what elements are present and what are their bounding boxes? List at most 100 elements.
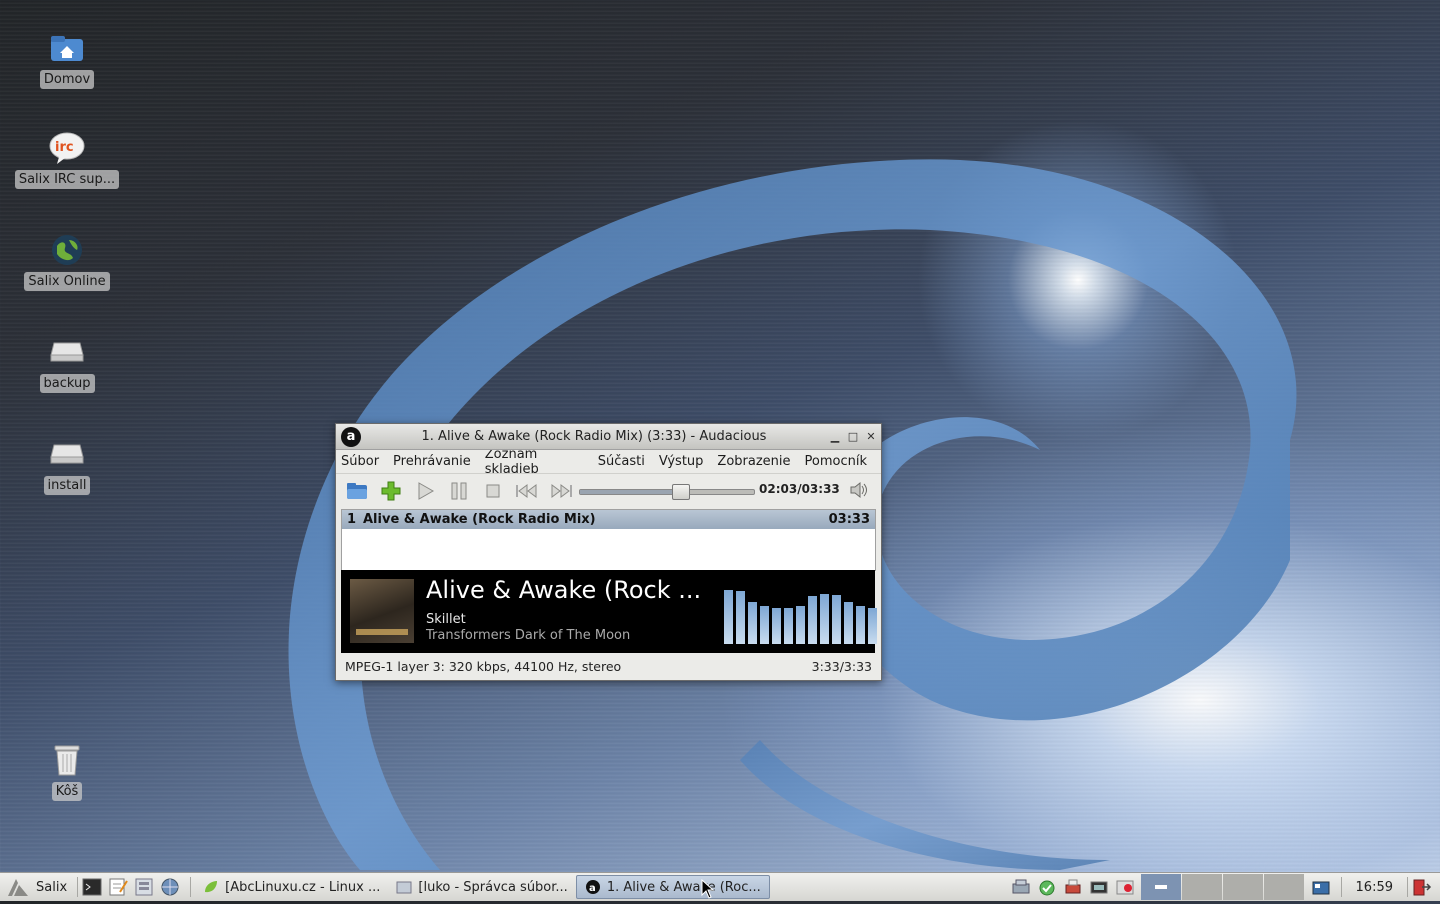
irc-icon: irc — [49, 130, 85, 166]
visualizer-bar — [784, 608, 793, 644]
visualizer-bar — [820, 594, 829, 644]
file-manager-icon[interactable] — [134, 878, 154, 896]
audacious-icon: a — [585, 880, 600, 894]
codec-info: MPEG-1 layer 3: 320 kbps, 44100 Hz, ster… — [345, 658, 622, 674]
text-editor-icon[interactable] — [108, 878, 128, 896]
workspace-3[interactable] — [1222, 874, 1263, 900]
menu-vystup[interactable]: Výstup — [659, 454, 704, 469]
folder-open-icon — [347, 482, 367, 499]
toolbar: 02:03/03:33 — [336, 474, 881, 507]
update-notifier-icon[interactable] — [1037, 878, 1057, 896]
desktop-icon-backup[interactable]: backup — [12, 334, 122, 393]
volume-button[interactable] — [848, 479, 870, 501]
desktop-icon-label: Salix IRC sup... — [14, 170, 120, 189]
workspace-pager — [1140, 874, 1305, 900]
workspace-1[interactable] — [1140, 874, 1181, 900]
desktop-icon-home[interactable]: Domov — [12, 30, 122, 89]
now-playing-area: Alive & Awake (Rock ... Skillet Transfor… — [341, 570, 877, 653]
menubar: Súbor Prehrávanie Zoznam skladieb Súčast… — [336, 447, 881, 477]
task-label: [luko - Správca súbor... — [418, 879, 568, 895]
menu-pomocnik[interactable]: Pomocník — [805, 454, 867, 469]
desktop-icon-label: backup — [39, 374, 95, 393]
menu-zoznam-skladieb[interactable]: Zoznam skladieb — [485, 447, 584, 477]
album-art — [350, 579, 414, 643]
mouse-cursor-icon — [701, 879, 715, 899]
track-number: 1 — [347, 512, 357, 527]
next-button[interactable] — [548, 478, 574, 504]
desktop-icon-label: Salix Online — [24, 272, 110, 291]
visualizer-bar — [856, 606, 865, 644]
network-icon[interactable] — [1011, 878, 1031, 896]
window-thumb-icon — [1154, 885, 1167, 889]
web-browser-icon[interactable] — [160, 878, 180, 896]
now-playing-title: Alive & Awake (Rock ... — [426, 576, 702, 604]
pause-button[interactable] — [446, 478, 472, 504]
minimize-button[interactable]: ▁ — [827, 429, 843, 445]
stop-button[interactable] — [480, 478, 506, 504]
now-playing-album: Transformers Dark of The Moon — [426, 628, 631, 643]
audacious-icon[interactable]: a — [341, 426, 361, 447]
window-title: 1. Alive & Awake (Rock Radio Mix) (3:33)… — [421, 429, 767, 444]
drive-icon — [49, 436, 85, 472]
stop-icon — [486, 484, 500, 497]
visualizer-bar — [844, 602, 853, 644]
start-menu-button[interactable]: Salix — [0, 877, 73, 897]
visualizer-bar — [808, 596, 817, 644]
workspace-4[interactable] — [1263, 874, 1304, 900]
previous-icon — [516, 483, 537, 498]
maximize-button[interactable]: □ — [845, 429, 861, 445]
statusbar: MPEG-1 layer 3: 320 kbps, 44100 Hz, ster… — [336, 654, 881, 678]
visualizer-bar — [748, 602, 757, 644]
open-button[interactable] — [344, 478, 370, 504]
visualizer-bar — [868, 608, 877, 644]
task-audacious[interactable]: a 1. Alive & Awake (Roc... — [575, 875, 770, 899]
task-label: [AbcLinuxu.cz - Linux ... — [225, 879, 381, 895]
close-button[interactable]: ✕ — [863, 429, 879, 445]
audacious-window: a 1. Alive & Awake (Rock Radio Mix) (3:3… — [335, 423, 882, 681]
clock[interactable]: 16:59 — [1346, 880, 1403, 895]
show-desktop-icon[interactable] — [1311, 878, 1331, 896]
media-tray-icon[interactable] — [1115, 878, 1135, 896]
menu-subor[interactable]: Súbor — [341, 454, 379, 469]
seek-handle[interactable] — [672, 484, 691, 500]
add-button[interactable] — [378, 478, 404, 504]
home-folder-icon — [49, 30, 85, 66]
time-display: 02:03/03:33 — [759, 482, 840, 496]
menu-sucasti[interactable]: Súčasti — [598, 454, 645, 469]
track-title: Alive & Awake (Rock Radio Mix) — [363, 512, 596, 527]
seek-slider[interactable] — [579, 484, 755, 500]
screenshot-icon[interactable] — [1089, 878, 1109, 896]
svg-text:irc: irc — [55, 140, 74, 155]
globe-icon — [49, 232, 85, 268]
system-tray: 16:59 — [1011, 873, 1440, 901]
visualizer — [724, 578, 877, 644]
track-length: 03:33 — [828, 512, 870, 527]
desktop-icon-irc[interactable]: irc Salix IRC sup... — [12, 130, 122, 189]
visualizer-bar — [832, 595, 841, 644]
printer-icon[interactable] — [1063, 878, 1083, 896]
salix-logo-icon — [8, 879, 28, 896]
workspace-2[interactable] — [1181, 874, 1222, 900]
menu-prehravanie[interactable]: Prehrávanie — [393, 454, 471, 469]
playlist-row[interactable]: 1 Alive & Awake (Rock Radio Mix) 03:33 — [342, 510, 875, 529]
pause-icon — [451, 482, 467, 499]
visualizer-bar — [760, 606, 769, 644]
desktop-icon-salix-online[interactable]: Salix Online — [12, 232, 122, 291]
play-button[interactable] — [412, 478, 438, 504]
task-file-manager[interactable]: [luko - Správca súbor... — [388, 876, 575, 898]
task-abclinuxu[interactable]: [AbcLinuxu.cz - Linux ... — [195, 876, 388, 898]
seek-progress — [580, 490, 681, 494]
logout-icon[interactable] — [1412, 878, 1432, 896]
previous-button[interactable] — [514, 478, 540, 504]
desktop-icon-trash[interactable]: Kôš — [12, 742, 122, 801]
menu-zobrazenie[interactable]: Zobrazenie — [717, 454, 790, 469]
visualizer-bar — [796, 606, 805, 644]
window-titlebar[interactable]: a 1. Alive & Awake (Rock Radio Mix) (3:3… — [336, 424, 881, 450]
browser-leaf-icon — [205, 881, 218, 893]
playlist: 1 Alive & Awake (Rock Radio Mix) 03:33 — [341, 509, 876, 571]
desktop-icon-install[interactable]: install — [12, 436, 122, 495]
terminal-icon[interactable] — [82, 878, 102, 896]
playback-position: 3:33/3:33 — [811, 658, 872, 674]
visualizer-bar — [736, 591, 745, 644]
start-label: Salix — [36, 879, 68, 895]
